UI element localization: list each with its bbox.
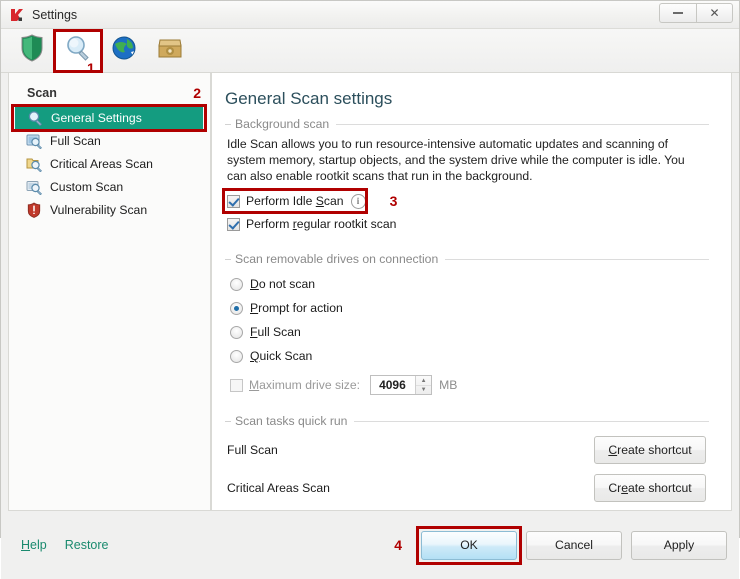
prompt-for-action-radio[interactable] (230, 301, 243, 315)
create-shortcut-button-full-scan[interactable]: Create shortcut (594, 436, 706, 465)
kaspersky-k-logo-icon (9, 7, 25, 23)
full-scan-radio[interactable] (230, 325, 243, 339)
title-bar: Settings ✕ (1, 1, 739, 29)
max-drive-size-value[interactable]: 4096 (371, 378, 415, 392)
radio-row-prompt-for-action[interactable]: Prompt for action (230, 296, 709, 320)
checkbox-label: Perform regular rootkit scan (246, 217, 397, 232)
task-row-critical-areas-scan: Critical Areas Scan Cr e ate shortcut (227, 469, 709, 507)
magnifier-icon (27, 110, 44, 127)
radio-row-quick-scan[interactable]: Quick Scan (230, 344, 709, 368)
sidebar-item-general-settings[interactable]: General Settings (11, 104, 207, 132)
annotation-3: 3 (389, 193, 398, 210)
radio-label: Prompt for action (250, 301, 343, 316)
protection-shield-icon (19, 34, 45, 67)
sidebar-item-label: Vulnerability Scan (50, 203, 148, 217)
restore-link[interactable]: Restore (65, 538, 109, 552)
removable-drive-radio-group: Do not scan Prompt for action Full Scan … (225, 272, 709, 368)
minimize-button[interactable] (659, 3, 696, 23)
sidebar-item-critical-areas-scan[interactable]: Critical Areas Scan (14, 153, 205, 175)
group-rule (336, 123, 709, 125)
do-not-scan-radio[interactable] (230, 277, 243, 291)
custom-scan-icon (26, 179, 43, 196)
ok-button-label: OK (460, 538, 478, 552)
sidebar-item-full-scan[interactable]: Full Scan (14, 130, 205, 152)
group-header: Scan removable drives on connection (225, 252, 709, 266)
cancel-button[interactable]: Cancel (526, 530, 622, 560)
task-row-full-scan: Full Scan Create shortcut (227, 431, 709, 469)
annotation-4: 4 (394, 537, 402, 553)
apply-button[interactable]: Apply (631, 530, 727, 560)
group-rule (445, 258, 709, 260)
window-title: Settings (32, 7, 78, 22)
radio-label: Do not scan (250, 277, 316, 292)
group-label: Background scan (235, 117, 330, 131)
checkbox-row-perform-rootkit-scan[interactable]: Perform regular rootkit scan (227, 214, 709, 234)
task-label: Critical Areas Scan (227, 481, 330, 496)
sidebar-item-label: Full Scan (50, 134, 101, 148)
task-label: Full Scan (227, 443, 278, 458)
background-scan-description: Idle Scan allows you to run resource-int… (227, 137, 685, 183)
group-label: Scan removable drives on connection (235, 252, 439, 267)
main-toolbar: 1 (1, 28, 739, 76)
sidebar-title: Scan (27, 86, 57, 100)
radio-label: Quick Scan (250, 349, 313, 364)
radio-row-full-scan[interactable]: Full Scan (230, 320, 709, 344)
group-dash (225, 420, 231, 422)
spinner-up-icon[interactable]: ▲ (416, 376, 432, 386)
checkbox-label: Perform Idle Scan (246, 194, 344, 209)
ok-button[interactable]: OK (416, 525, 522, 565)
max-drive-size-row: Maximum drive size: 4096 ▲ ▼ MB (230, 372, 709, 398)
group-label: Scan tasks quick run (235, 414, 348, 429)
window-body: Scan 2 General Settings Full Scan Critic… (1, 73, 739, 511)
update-globe-icon (111, 35, 137, 66)
maximum-drive-size-checkbox[interactable] (230, 378, 243, 392)
vulnerability-scan-icon (26, 202, 43, 218)
max-drive-size-unit: MB (439, 378, 458, 393)
group-header: Scan tasks quick run (225, 414, 709, 428)
max-drive-size-stepper[interactable]: 4096 ▲ ▼ (370, 375, 433, 396)
radio-row-do-not-scan[interactable]: Do not scan (230, 272, 709, 296)
quick-scan-radio[interactable] (230, 349, 243, 363)
perform-idle-scan-checkbox[interactable] (227, 194, 240, 208)
toolbar-item-update[interactable] (101, 31, 147, 71)
close-button[interactable]: ✕ (696, 3, 733, 23)
group-dash (225, 258, 231, 260)
checkbox-row-perform-idle-scan[interactable]: Perform Idle Scan i 3 (222, 188, 709, 215)
sidebar-item-label: General Settings (51, 111, 142, 125)
group-quick-run: Scan tasks quick run Full Scan Create sh… (225, 414, 709, 510)
full-scan-icon (26, 133, 43, 150)
group-removable-drives: Scan removable drives on connection Do n… (225, 252, 709, 398)
apply-button-label: Apply (663, 538, 695, 552)
group-dash (225, 123, 231, 125)
sidebar-item-custom-scan[interactable]: Custom Scan (14, 176, 205, 198)
annotation-2: 2 (193, 85, 201, 101)
create-shortcut-button-critical-areas-scan[interactable]: Cr e ate shortcut (594, 474, 706, 503)
help-link[interactable]: Help (21, 538, 47, 552)
window-controls: ✕ (659, 3, 733, 23)
group-rule (354, 420, 709, 422)
page-title: General Scan settings (225, 89, 393, 108)
footer-bar: Help Restore 4 OK Cancel Apply (1, 511, 739, 579)
max-drive-size-label: Maximum drive size: (249, 378, 361, 393)
settings-window: Settings ✕ 1 Scan 2 General Settings Ful… (0, 0, 740, 579)
spinner-down-icon[interactable]: ▼ (416, 386, 431, 395)
group-background-scan: Background scan Idle Scan allows you to … (222, 117, 709, 234)
content-panel: General Scan settings Background scan Id… (211, 73, 732, 511)
perform-rootkit-scan-checkbox[interactable] (227, 217, 240, 231)
radio-label: Full Scan (250, 325, 301, 340)
group-header: Background scan (225, 117, 709, 131)
sidebar-item-vulnerability-scan[interactable]: Vulnerability Scan (14, 199, 205, 221)
info-icon[interactable]: i (350, 193, 366, 209)
sidebar-item-label: Custom Scan (50, 180, 124, 194)
critical-areas-scan-icon (26, 156, 43, 173)
stepper-arrows[interactable]: ▲ ▼ (415, 376, 432, 395)
tools-briefcase-icon (157, 36, 183, 65)
sidebar-item-label: Critical Areas Scan (50, 157, 153, 171)
toolbar-item-protection[interactable] (9, 31, 55, 71)
toolbar-item-tools[interactable] (147, 31, 193, 71)
cancel-button-label: Cancel (555, 538, 593, 552)
sidebar: Scan 2 General Settings Full Scan Critic… (8, 73, 211, 511)
